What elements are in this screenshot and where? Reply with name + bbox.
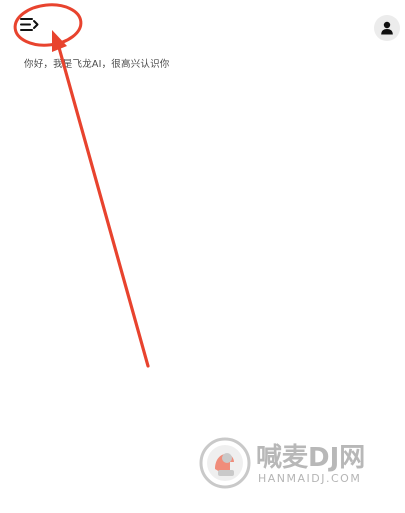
app-screen: 你好，我是飞龙AI，很高兴认识你 喊麦DJ网 HANMAIDJ.COM bbox=[0, 0, 405, 513]
user-avatar-button[interactable] bbox=[374, 15, 400, 41]
watermark-site-name: 喊麦DJ网 bbox=[256, 443, 366, 473]
assistant-greeting-message: 你好，我是飞龙AI，很高兴认识你 bbox=[24, 59, 170, 70]
sidebar-menu-button[interactable] bbox=[18, 13, 42, 37]
sidebar-menu-icon bbox=[20, 18, 39, 31]
annotation-arrow-head bbox=[52, 30, 67, 52]
watermark-dj-logo-icon bbox=[199, 437, 251, 489]
watermark-site-url: HANMAIDJ.COM bbox=[258, 472, 362, 485]
user-icon bbox=[381, 21, 393, 35]
watermark-logo: 喊麦DJ网 HANMAIDJ.COM bbox=[198, 434, 400, 492]
annotation-arrow-shaft bbox=[56, 42, 150, 368]
